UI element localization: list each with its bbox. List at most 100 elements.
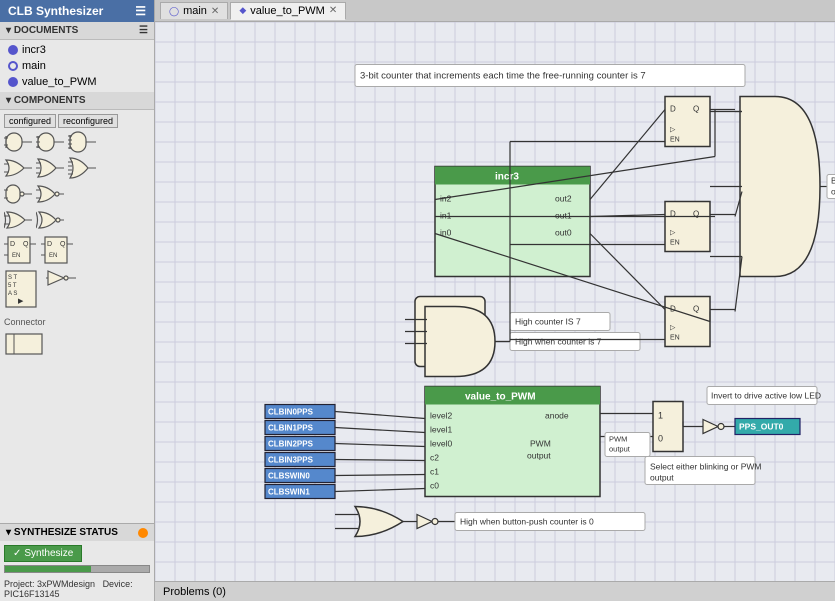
svg-text:Blinking: Blinking	[831, 176, 835, 186]
sidebar-menu-icon[interactable]: ☰	[135, 4, 146, 18]
svg-text:PWM: PWM	[609, 435, 627, 444]
xor2-gate[interactable]	[4, 209, 34, 231]
doc-icon-v2	[8, 77, 18, 87]
svg-text:level1: level1	[430, 425, 452, 435]
components-area: configured reconfigured	[0, 110, 154, 523]
svg-text:1: 1	[658, 411, 663, 421]
synthesize-section: ▾ SYNTHESIZE STATUS ✓ Synthesize	[0, 523, 154, 577]
svg-text:PWM: PWM	[530, 439, 551, 449]
synth-header: ▾ SYNTHESIZE STATUS	[0, 524, 154, 541]
progress-container	[4, 565, 150, 573]
nand2-gate[interactable]	[4, 183, 34, 205]
comp-row-nand	[4, 183, 150, 205]
schematic-svg: 3-bit counter that increments each time …	[155, 22, 835, 581]
comp-row-and	[4, 131, 150, 153]
doc-item-incr3[interactable]: incr3	[0, 42, 154, 58]
svg-text:Invert to drive active low LED: Invert to drive active low LED	[711, 391, 821, 401]
svg-text:D: D	[670, 210, 676, 219]
tab-bar: ◯ main ✕ ◆ value_to_PWM ✕	[155, 0, 835, 22]
svg-text:CLBSWIN0: CLBSWIN0	[268, 472, 310, 481]
connector-component[interactable]	[4, 329, 44, 359]
comp-row-dff: DQEN DQEN	[4, 235, 150, 265]
svg-text:PPS_OUT0: PPS_OUT0	[739, 422, 784, 432]
comp-row-or	[4, 157, 150, 179]
inv-component[interactable]	[46, 269, 81, 287]
svg-text:Q: Q	[23, 241, 29, 248]
svg-text:D: D	[10, 241, 15, 248]
comp-row-counter: S T 5 T A S▶	[4, 269, 150, 309]
or3-gate[interactable]	[36, 157, 66, 179]
svg-text:Select either blinking or PWM: Select either blinking or PWM	[650, 462, 762, 472]
svg-text:c0: c0	[430, 481, 439, 491]
svg-text:A S: A S	[8, 291, 17, 297]
synth-status-dot	[138, 528, 148, 538]
svg-text:in1: in1	[440, 211, 452, 221]
dff2-component[interactable]: DQEN	[41, 235, 76, 265]
svg-text:output: output	[609, 445, 631, 454]
svg-text:▷: ▷	[670, 230, 676, 237]
svg-text:D: D	[47, 241, 52, 248]
svg-text:D: D	[670, 105, 676, 114]
svg-text:CLBSWIN1: CLBSWIN1	[268, 488, 310, 497]
svg-text:out2: out2	[555, 194, 572, 204]
svg-text:output: output	[527, 451, 551, 461]
svg-text:Q: Q	[693, 210, 699, 219]
tab-main[interactable]: ◯ main ✕	[160, 2, 228, 19]
docs-section-header[interactable]: ▾ DOCUMENTS ☰	[0, 22, 154, 40]
or2-gate[interactable]	[4, 157, 34, 179]
svg-text:▶: ▶	[18, 298, 24, 305]
documents-list: incr3 main value_to_PWM	[0, 40, 154, 92]
svg-text:High when counter is 7: High when counter is 7	[515, 337, 602, 347]
and2-gate[interactable]	[4, 131, 34, 153]
svg-text:level2: level2	[430, 411, 452, 421]
sidebar: CLB Synthesizer ☰ ▾ DOCUMENTS ☰ incr3 ma…	[0, 0, 155, 601]
tab-value-to-pwm[interactable]: ◆ value_to_PWM ✕	[230, 2, 346, 20]
svg-text:Q: Q	[693, 105, 699, 114]
configured-btn[interactable]: configured	[4, 114, 56, 128]
main-area: ◯ main ✕ ◆ value_to_PWM ✕ 3-bit counter …	[155, 0, 835, 601]
svg-text:EN: EN	[12, 253, 20, 259]
svg-text:Q: Q	[693, 305, 699, 314]
dff-component[interactable]: D QEN	[4, 235, 39, 265]
comp-row-connector	[4, 329, 150, 359]
doc-item-main[interactable]: main	[0, 58, 154, 74]
value-to-pwm-title: value_to_PWM	[465, 392, 536, 403]
comp-row-xor	[4, 209, 150, 231]
svg-text:CLBIN1PPS: CLBIN1PPS	[268, 424, 314, 433]
svg-text:High counter IS 7: High counter IS 7	[515, 317, 581, 327]
app-title: CLB Synthesizer ☰	[0, 0, 154, 22]
synth-content: ✓ Synthesize	[0, 541, 154, 577]
svg-text:c1: c1	[430, 467, 439, 477]
reconfigured-btn[interactable]: reconfigured	[58, 114, 118, 128]
components-section-header[interactable]: ▾ COMPONENTS	[0, 92, 154, 110]
svg-text:EN: EN	[670, 240, 680, 247]
annotation-text: 3-bit counter that increments each time …	[360, 71, 646, 82]
or4-gate[interactable]	[68, 157, 98, 179]
svg-text:EN: EN	[670, 335, 680, 342]
svg-text:out1: out1	[555, 211, 572, 221]
svg-text:c2: c2	[430, 453, 439, 463]
nor2-gate[interactable]	[36, 183, 66, 205]
counter-component[interactable]: S T 5 T A S▶	[4, 269, 44, 309]
svg-text:▷: ▷	[670, 325, 676, 332]
docs-menu-icon[interactable]: ☰	[139, 25, 148, 36]
tab-value-close[interactable]: ✕	[329, 5, 337, 16]
comp-toolbar: configured reconfigured	[4, 114, 150, 128]
doc-icon-v	[8, 45, 18, 55]
svg-text:CLBIN3PPS: CLBIN3PPS	[268, 456, 314, 465]
svg-text:S T: S T	[8, 275, 18, 281]
svg-text:0: 0	[658, 434, 663, 444]
doc-item-value-to-pwm[interactable]: value_to_PWM	[0, 74, 154, 90]
svg-text:5 T: 5 T	[8, 283, 17, 289]
tab-main-close[interactable]: ✕	[211, 6, 219, 17]
svg-text:level0: level0	[430, 439, 452, 449]
xnor2-gate[interactable]	[36, 209, 66, 231]
and3-gate[interactable]	[36, 131, 66, 153]
synthesize-button[interactable]: ✓ Synthesize	[4, 545, 82, 562]
svg-text:output: output	[831, 187, 835, 197]
svg-text:out0: out0	[555, 228, 572, 238]
and4-gate[interactable]	[68, 131, 98, 153]
incr3-title: incr3	[495, 172, 519, 183]
svg-text:High when button-push counter: High when button-push counter is 0	[460, 517, 594, 527]
svg-text:▷: ▷	[670, 127, 676, 134]
